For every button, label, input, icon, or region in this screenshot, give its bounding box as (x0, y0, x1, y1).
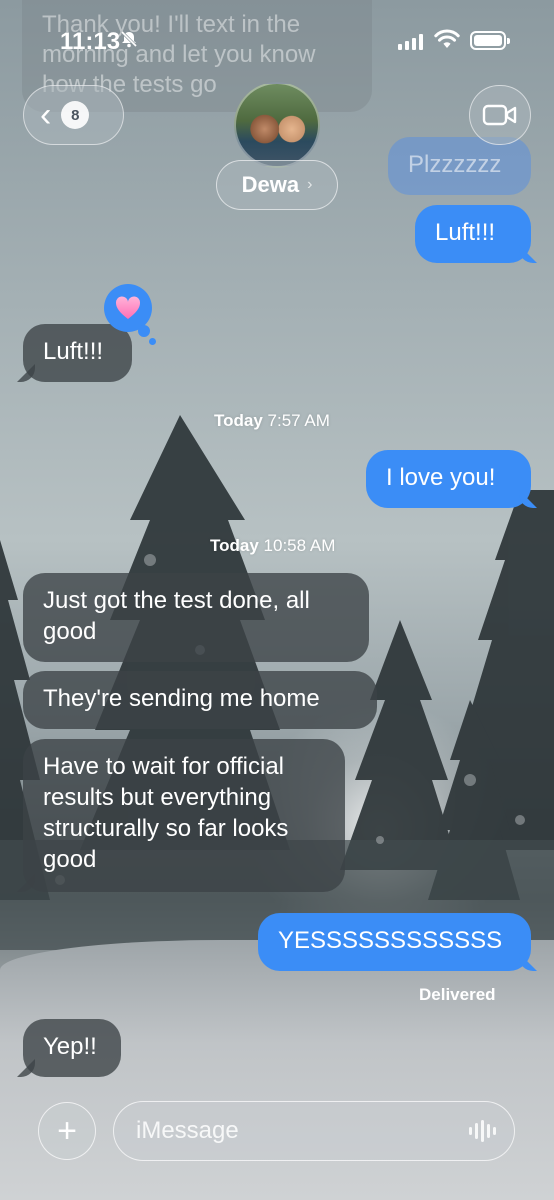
message-bubble-sent[interactable]: YESSSSSSSSSSSS (258, 913, 531, 971)
message-bubble-received[interactable]: Have to wait for official results but ev… (23, 739, 345, 892)
status-bar: 11:13 (0, 0, 554, 80)
wifi-icon (434, 28, 460, 55)
message-text: Luft!!! (43, 338, 104, 365)
timestamp: Today 10:58 AM (210, 536, 335, 556)
plus-icon: + (57, 1111, 77, 1150)
imessage-placeholder: iMessage (136, 1117, 239, 1144)
message-bubble-received[interactable]: Luft!!! (23, 324, 132, 382)
status-time: 11:13 (60, 28, 121, 55)
message-text: Yep!! (43, 1033, 97, 1060)
message-bubble-received[interactable]: They're sending me home (23, 671, 377, 729)
message-text: Have to wait for official results but ev… (43, 753, 289, 873)
message-text: Just got the test done, all good (43, 587, 310, 645)
chevron-right-icon: › (307, 176, 313, 193)
reaction-bubble-dot (138, 325, 150, 337)
message-text: Plzzzzzz (408, 151, 502, 178)
message-bubble-sent[interactable]: Plzzzzzz (388, 137, 531, 195)
battery-icon (470, 31, 510, 50)
contact-name: Dewa (241, 172, 300, 197)
message-bubble-sent[interactable]: I love you! (366, 450, 531, 508)
timestamp-day: Today (210, 536, 259, 555)
message-bubble-received[interactable]: Just got the test done, all good (23, 573, 369, 662)
contact-name-button[interactable]: Dewa › (216, 160, 338, 210)
contact-avatar[interactable] (234, 82, 320, 168)
timestamp-time: 10:58 AM (263, 536, 336, 555)
delivery-receipt: Delivered (419, 985, 496, 1004)
message-bubble-sent[interactable]: Luft!!! (415, 205, 531, 263)
reaction-bubble-dot (149, 338, 156, 345)
add-attachment-button[interactable]: + (38, 1102, 96, 1160)
audio-waveform-icon[interactable] (469, 1120, 496, 1142)
video-camera-icon (482, 104, 517, 126)
timestamp-time: 7:57 AM (267, 411, 330, 430)
message-text: I love you! (386, 464, 496, 491)
chevron-left-icon: ‹ (40, 96, 52, 134)
back-button[interactable]: ‹ 8 (23, 85, 124, 145)
message-text: They're sending me home (43, 685, 320, 712)
message-bubble-received[interactable]: Yep!! (23, 1019, 121, 1077)
message-text: YESSSSSSSSSSSS (278, 927, 503, 954)
timestamp-day: Today (214, 411, 263, 430)
imessage-input[interactable]: iMessage (113, 1101, 515, 1161)
timestamp: Today 7:57 AM (214, 411, 330, 431)
facetime-video-button[interactable] (469, 85, 531, 145)
unread-count-badge: 8 (61, 101, 90, 129)
silent-mode-icon (120, 30, 138, 53)
cellular-signal-icon (398, 34, 423, 50)
message-text: Luft!!! (435, 219, 496, 246)
